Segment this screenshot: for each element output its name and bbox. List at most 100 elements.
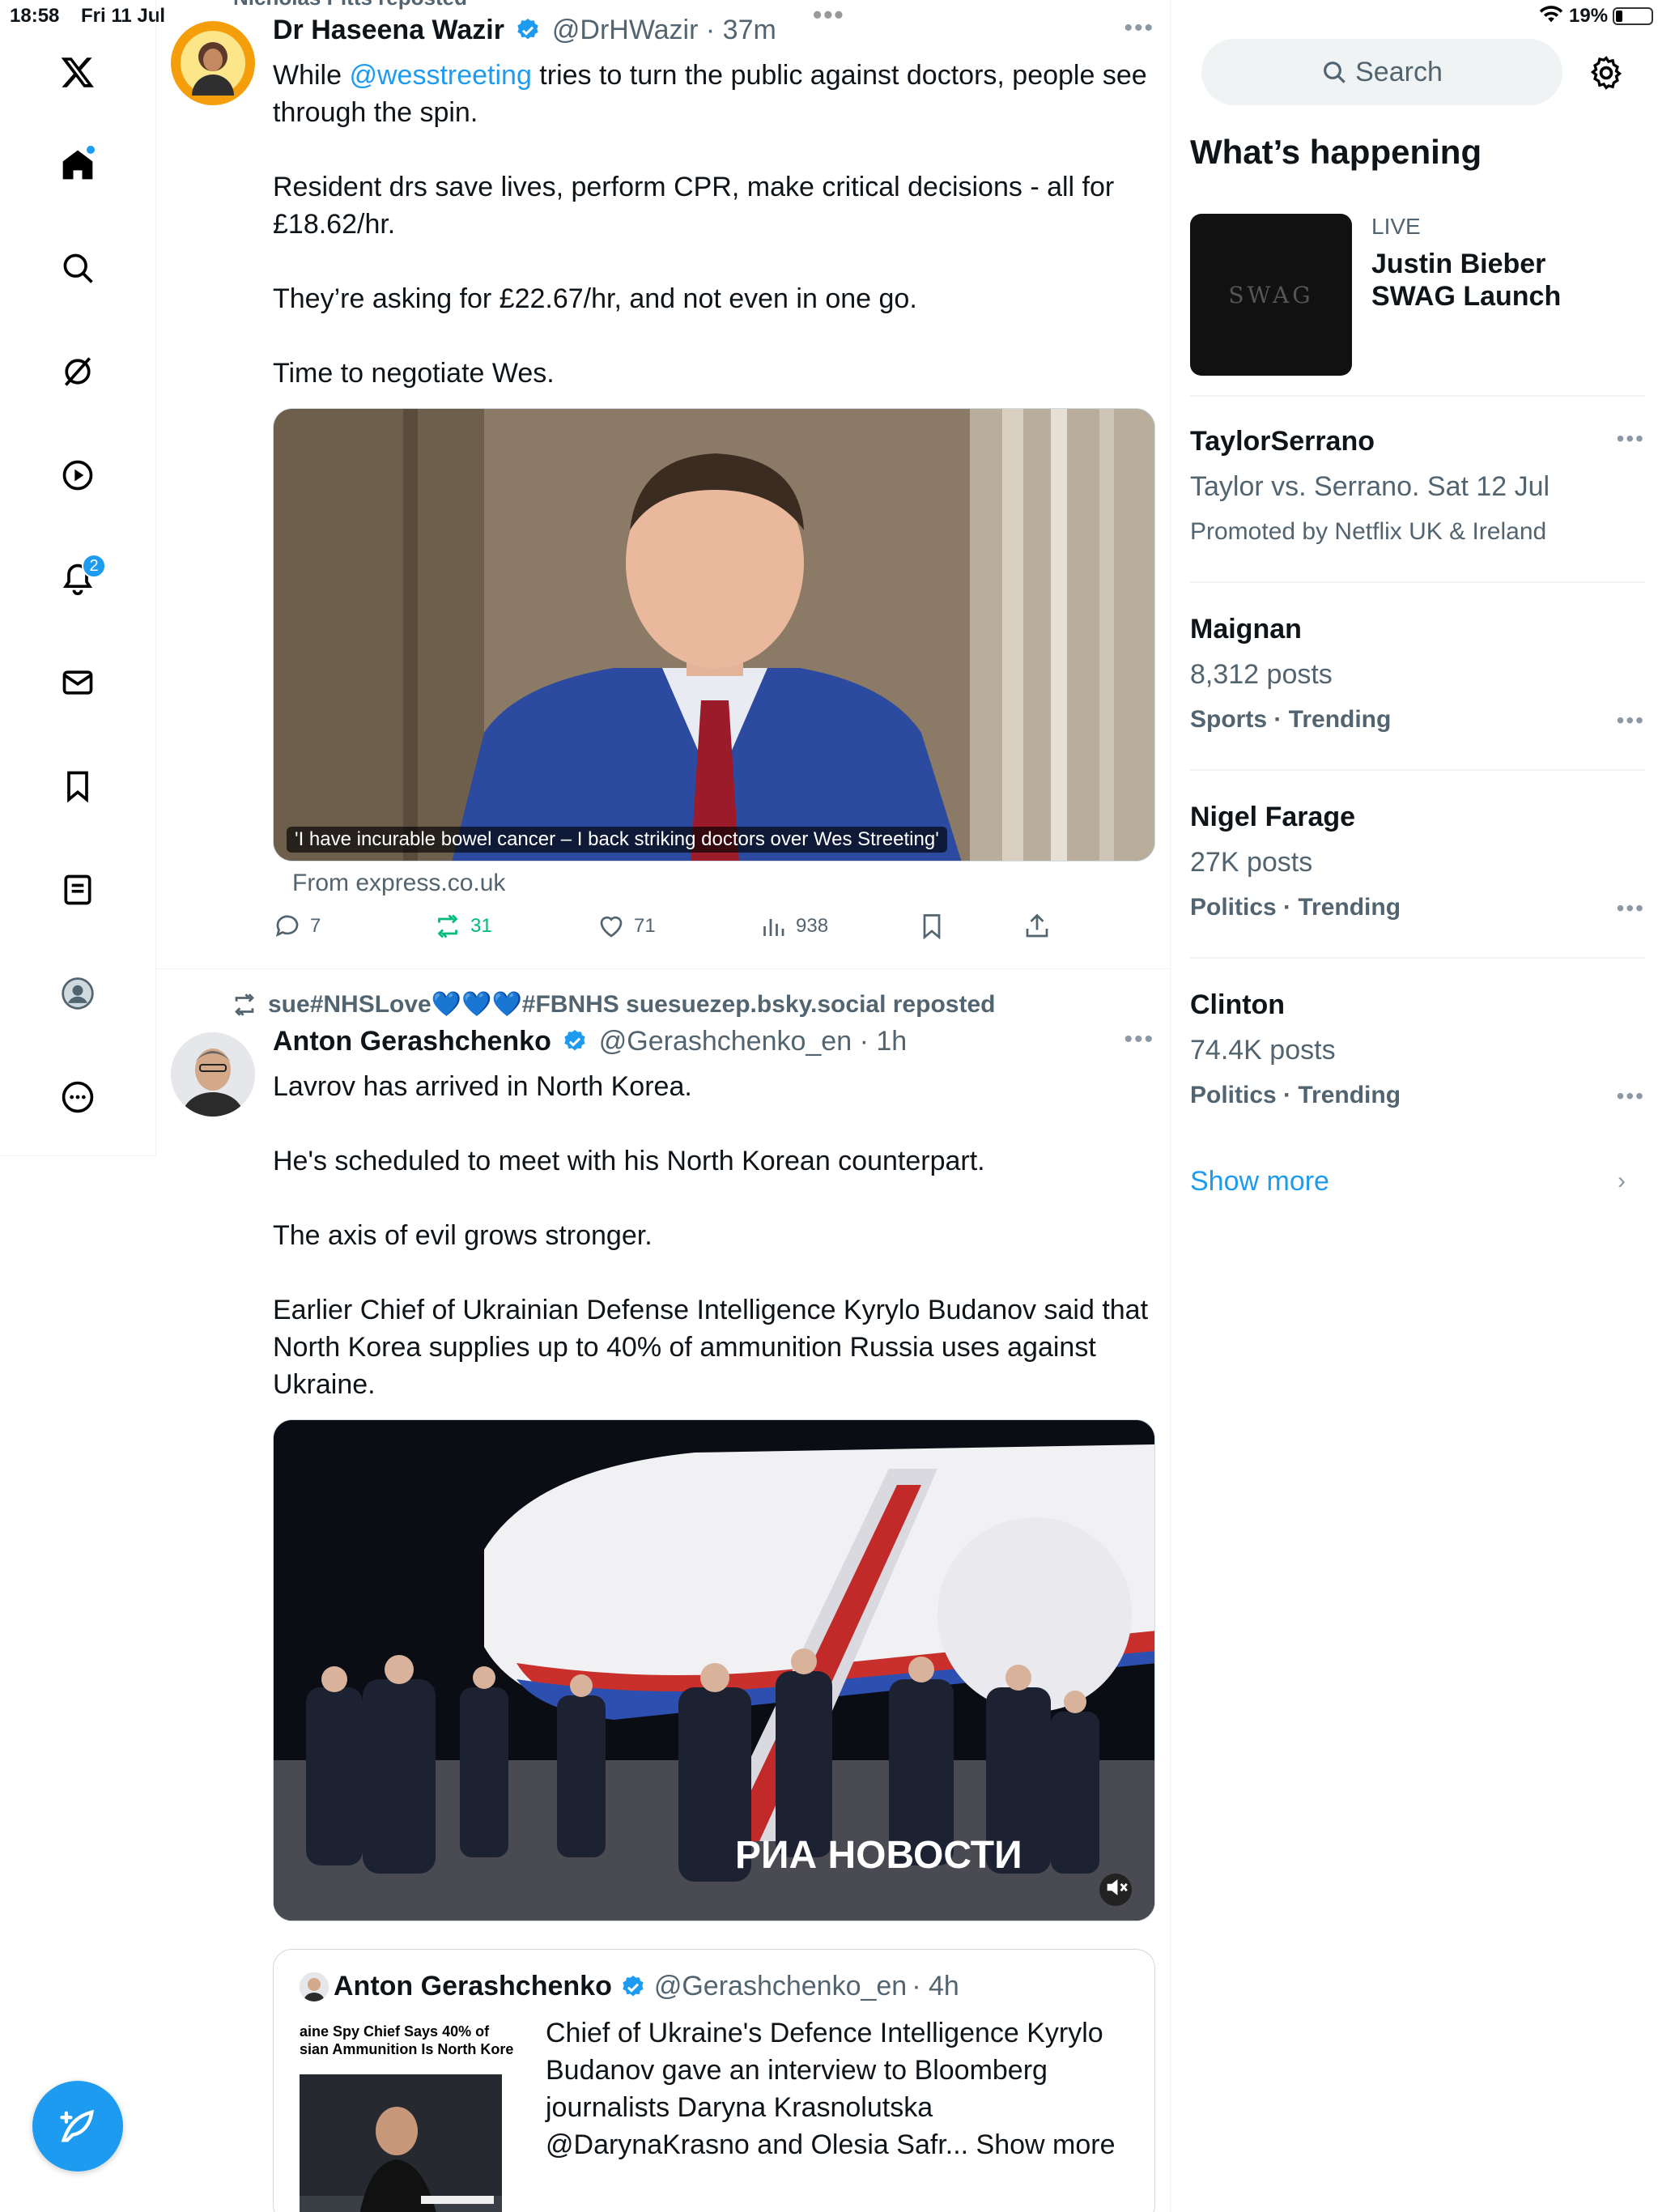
reply-count: 7 <box>310 915 321 937</box>
profile-icon[interactable] <box>53 968 103 1019</box>
author-name[interactable]: Anton Gerashchenko <box>273 1026 551 1057</box>
portrait-photo <box>274 409 1154 861</box>
tweet-paragraph: The axis of evil grows stronger. <box>273 1220 653 1251</box>
live-event-card[interactable]: SWAG LIVE Justin Bieber SWAG Launch <box>1190 214 1645 376</box>
avatar[interactable] <box>171 21 255 105</box>
live-event-title: Justin Bieber SWAG Launch <box>1371 249 1562 312</box>
gear-icon[interactable] <box>1588 55 1624 91</box>
home-icon[interactable] <box>53 139 103 189</box>
video-icon[interactable] <box>53 450 103 500</box>
link-card-caption: 'I have incurable bowel cancer – I back … <box>287 827 947 853</box>
chevron-right-icon: › <box>1618 1168 1626 1194</box>
tweet-paragraph: Time to negotiate Wes. <box>273 358 555 389</box>
author-handle[interactable]: @DrHWazir <box>552 15 699 45</box>
tweet-header: Dr Haseena Wazir @DrHWazir · 37m <box>273 15 776 46</box>
author-name[interactable]: Dr Haseena Wazir <box>273 15 504 45</box>
trend-item[interactable]: TaylorSerrano Taylor vs. Serrano. Sat 12… <box>1190 426 1645 555</box>
grok-icon[interactable] <box>53 347 103 397</box>
repost-count: 31 <box>470 915 492 937</box>
live-event-image: SWAG <box>1190 214 1352 376</box>
show-more-link[interactable]: Show more <box>1190 1166 1329 1197</box>
trend-post-count: 74.4K posts <box>1190 1035 1336 1066</box>
live-label: LIVE <box>1371 214 1421 239</box>
bookmark-button[interactable] <box>917 912 946 941</box>
mute-icon[interactable] <box>1103 1874 1130 1901</box>
tweet-more-icon[interactable]: ••• <box>1124 1026 1154 1053</box>
verified-badge-icon <box>517 19 539 40</box>
quoted-author-handle: @Gerashchenko_en <box>653 1971 908 2001</box>
avatar[interactable] <box>171 1032 255 1117</box>
quoted-author-name: Anton Gerashchenko <box>334 1971 612 2001</box>
share-button[interactable] <box>1022 912 1052 941</box>
reply-icon <box>275 915 299 938</box>
tweet[interactable]: sue#NHSLove💙💙💙#FBNHS suesuezep.bsky.soci… <box>156 969 1171 2212</box>
tweet-paragraph: Resident drs save lives, perform CPR, ma… <box>273 172 1115 240</box>
repost-icon <box>437 914 458 938</box>
divider <box>1190 769 1645 771</box>
repost-small-icon <box>235 993 254 1016</box>
search-icon[interactable] <box>53 243 103 293</box>
tweet-paragraph: They’re asking for £22.67/hr, and not ev… <box>273 283 917 314</box>
tweet-paragraph: He's scheduled to meet with his North Ko… <box>273 1146 985 1176</box>
right-sidebar: Search What’s happening SWAG LIVE Justin… <box>1171 0 1658 2212</box>
reposted-by-label[interactable]: sue#NHSLove💙💙💙#FBNHS suesuezep.bsky.soci… <box>268 990 995 1019</box>
trend-name: Maignan <box>1190 614 1302 644</box>
heart-icon <box>600 916 623 938</box>
repost-indicator: sue#NHSLove💙💙💙#FBNHS suesuezep.bsky.soci… <box>231 990 995 1019</box>
quoted-tweet-text: Chief of Ukraine's Defence Intelligence … <box>546 2018 1116 2160</box>
trend-more-icon[interactable]: ••• <box>1617 895 1645 921</box>
tweet-more-icon[interactable]: ••• <box>1124 15 1154 42</box>
trend-name: Clinton <box>1190 989 1286 1020</box>
section-heading: What’s happening <box>1190 133 1482 171</box>
link-source[interactable]: From express.co.uk <box>292 870 505 897</box>
compose-feather-icon <box>60 2109 94 2142</box>
trend-promoted: Promoted by Netflix UK & Ireland <box>1190 518 1547 545</box>
repost-button[interactable]: 31 <box>433 912 492 941</box>
reply-button[interactable]: 7 <box>273 912 321 941</box>
verified-badge-icon <box>623 1975 644 1996</box>
lists-icon[interactable] <box>53 865 103 915</box>
tweet-time[interactable]: · 1h <box>860 1026 908 1057</box>
bookmark-icon <box>923 914 941 940</box>
share-icon <box>1026 913 1048 938</box>
trend-more-icon[interactable]: ••• <box>1617 426 1645 452</box>
timeline: Nicholas Pitts reposted Dr Haseena Wazir… <box>156 0 1171 2212</box>
like-button[interactable]: 71 <box>597 912 656 941</box>
tweet-video[interactable]: РИА НОВОСТИ <box>273 1419 1155 1921</box>
verified-badge-icon <box>564 1030 585 1051</box>
trend-post-count: 27K posts <box>1190 847 1313 878</box>
trend-item[interactable]: Nigel Farage 27K posts Politics · Trendi… <box>1190 802 1645 931</box>
trend-category: Sports · Trending <box>1190 706 1392 733</box>
trend-more-icon[interactable]: ••• <box>1617 1083 1645 1109</box>
tweet-time[interactable]: · 37m <box>706 15 776 45</box>
views-count: 938 <box>796 915 829 937</box>
bookmarks-icon[interactable] <box>53 761 103 811</box>
thumbnail-headline-1: aine Spy Chief Says 40% of <box>300 2023 490 2040</box>
trend-category: Politics · Trending <box>1190 1082 1401 1108</box>
author-handle[interactable]: @Gerashchenko_en <box>599 1026 852 1057</box>
more-icon[interactable] <box>53 1072 103 1122</box>
notifications-badge: 2 <box>82 554 106 578</box>
left-nav: 2 <box>0 0 156 1156</box>
quoted-tweet-header: Anton Gerashchenko @Gerashchenko_en · 4h <box>300 1971 959 2002</box>
search-input[interactable]: Search <box>1201 39 1562 105</box>
link-card-image[interactable]: 'I have incurable bowel cancer – I back … <box>273 408 1155 861</box>
quoted-tweet[interactable]: Anton Gerashchenko @Gerashchenko_en · 4h… <box>273 1949 1155 2212</box>
tweet-paragraph: Earlier Chief of Ukrainian Defense Intel… <box>273 1295 1149 1400</box>
notifications-icon[interactable]: 2 <box>53 554 106 604</box>
trend-more-icon[interactable]: ••• <box>1617 708 1645 734</box>
tweet[interactable]: Dr Haseena Wazir @DrHWazir · 37m ••• Whi… <box>156 0 1171 968</box>
trend-item[interactable]: Clinton 74.4K posts Politics · Trending … <box>1190 989 1645 1119</box>
compose-button[interactable] <box>32 2081 123 2172</box>
quoted-avatar <box>300 1972 329 2001</box>
trend-item[interactable]: Maignan 8,312 posts Sports · Trending ••… <box>1190 614 1645 743</box>
trend-name: TaylorSerrano <box>1190 426 1375 457</box>
x-logo-icon[interactable] <box>53 47 103 97</box>
home-badge <box>85 144 96 155</box>
tweet-actions: 7 31 71 938 <box>273 912 1155 952</box>
messages-icon[interactable] <box>53 657 103 708</box>
tweet-header: Anton Gerashchenko @Gerashchenko_en · 1h <box>273 1026 907 1057</box>
mention-link[interactable]: @wesstreeting <box>349 60 531 91</box>
trend-name: Nigel Farage <box>1190 802 1356 832</box>
views-button[interactable]: 938 <box>759 912 828 941</box>
